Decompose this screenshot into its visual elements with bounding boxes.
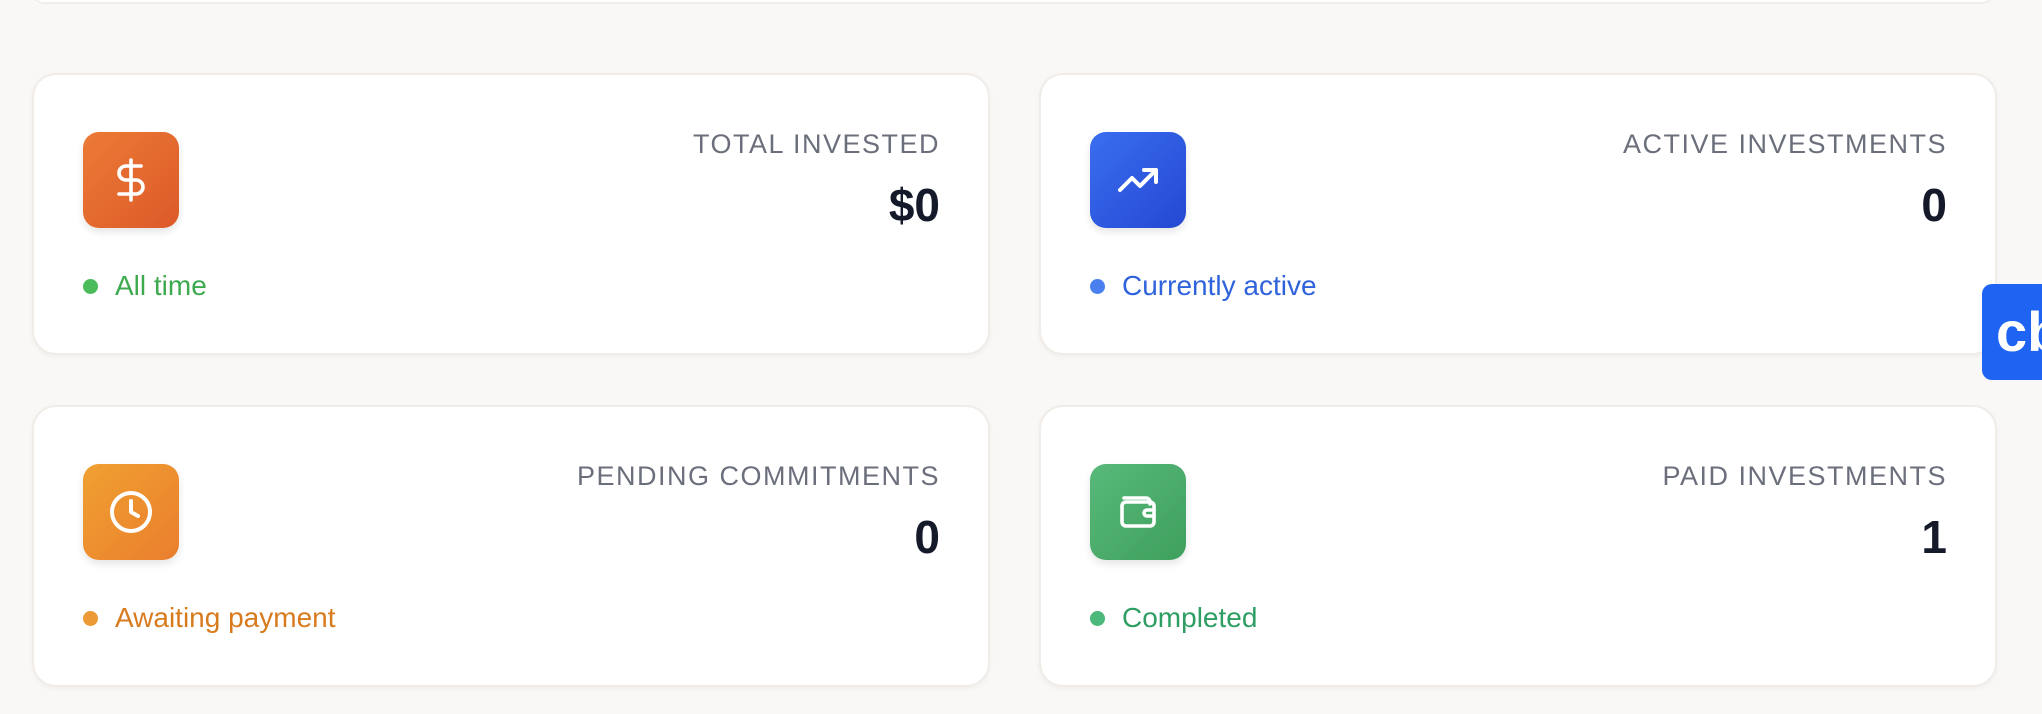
- status-indicator: Awaiting payment: [83, 602, 336, 634]
- top-panel-edge: [32, 0, 1994, 4]
- card-value: 1: [1921, 511, 1947, 563]
- wallet-icon: [1090, 464, 1186, 560]
- status-indicator: Currently active: [1090, 270, 1317, 302]
- status-text: Completed: [1122, 602, 1258, 633]
- card-label: PENDING COMMITMENTS: [577, 461, 940, 491]
- status-dot: [83, 610, 98, 626]
- status-text: All time: [115, 270, 207, 301]
- chat-widget-button[interactable]: cb: [1982, 284, 2042, 380]
- paid-investments-card: PAID INVESTMENTS 1 Completed: [1039, 405, 1997, 687]
- card-value: 0: [914, 511, 940, 563]
- status-dot: [1090, 610, 1105, 626]
- status-text: Awaiting payment: [115, 602, 336, 633]
- status-text: Currently active: [1122, 270, 1317, 301]
- card-value: $0: [888, 179, 940, 231]
- pending-commitments-card: PENDING COMMITMENTS 0 Awaiting payment: [32, 405, 990, 687]
- clock-icon: [83, 464, 179, 560]
- card-label: PAID INVESTMENTS: [1662, 461, 1947, 491]
- card-value: 0: [1921, 179, 1947, 231]
- trending-up-icon: [1090, 132, 1186, 228]
- card-label: TOTAL INVESTED: [692, 129, 940, 159]
- card-label: ACTIVE INVESTMENTS: [1622, 129, 1947, 159]
- status-indicator: Completed: [1090, 602, 1257, 634]
- dollar-icon: [83, 132, 179, 228]
- status-indicator: All time: [83, 270, 207, 302]
- status-dot: [83, 278, 98, 294]
- total-invested-card: TOTAL INVESTED $0 All time: [32, 73, 990, 355]
- status-dot: [1090, 278, 1105, 294]
- active-investments-card: ACTIVE INVESTMENTS 0 Currently active: [1039, 73, 1997, 355]
